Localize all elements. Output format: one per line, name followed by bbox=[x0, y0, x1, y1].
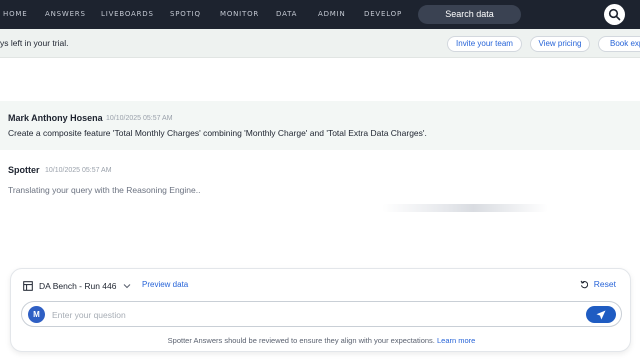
nav-data[interactable]: DATA bbox=[276, 0, 297, 29]
query-panel: DA Bench - Run 446 Preview data Reset M … bbox=[10, 268, 631, 352]
chevron-down-icon bbox=[123, 284, 130, 289]
loading-shimmer bbox=[382, 204, 548, 212]
nav-liveboards[interactable]: LIVEBOARDS bbox=[101, 0, 154, 29]
reset-label: Reset bbox=[593, 279, 616, 289]
search-data-button[interactable]: Search data bbox=[418, 5, 521, 24]
book-expert-button[interactable]: Book exp bbox=[598, 36, 640, 52]
user-name: Mark Anthony Hosena bbox=[8, 113, 103, 123]
invite-team-button[interactable]: Invite your team bbox=[447, 36, 522, 52]
spotter-name: Spotter bbox=[8, 165, 40, 175]
datasource-selector[interactable]: DA Bench - Run 446 bbox=[23, 279, 131, 293]
disclaimer: Spotter Answers should be reviewed to en… bbox=[11, 336, 632, 345]
nav-admin[interactable]: ADMIN bbox=[318, 0, 346, 29]
datasource-name: DA Bench - Run 446 bbox=[39, 281, 117, 291]
table-icon bbox=[23, 281, 33, 291]
user-timestamp: 10/10/2025 05:57 AM bbox=[106, 115, 173, 122]
spotter-status-text: Translating your query with the Reasonin… bbox=[8, 185, 201, 195]
nav-answers[interactable]: ANSWERS bbox=[45, 0, 86, 29]
question-input[interactable] bbox=[52, 307, 572, 323]
trial-banner: ys left in your trial. Invite your team … bbox=[0, 29, 640, 58]
trial-text: ys left in your trial. bbox=[0, 38, 69, 48]
disclaimer-text: Spotter Answers should be reviewed to en… bbox=[167, 336, 435, 345]
reset-button[interactable]: Reset bbox=[580, 279, 616, 289]
search-icon[interactable] bbox=[604, 4, 625, 25]
user-query-text: Create a composite feature 'Total Monthl… bbox=[8, 128, 427, 138]
spotter-timestamp: 10/10/2025 05:57 AM bbox=[45, 167, 112, 174]
view-pricing-button[interactable]: View pricing bbox=[530, 36, 590, 52]
nav-home[interactable]: HOME bbox=[3, 0, 27, 29]
nav-monitor[interactable]: MONITOR bbox=[220, 0, 259, 29]
top-nav: HOME ANSWERS LIVEBOARDS SPOTIQ MONITOR D… bbox=[0, 0, 640, 29]
user-message: Mark Anthony Hosena 10/10/2025 05:57 AM … bbox=[0, 101, 640, 150]
question-box: M bbox=[21, 301, 622, 327]
learn-more-link[interactable]: Learn more bbox=[437, 336, 475, 345]
avatar: M bbox=[28, 306, 45, 323]
reset-icon bbox=[580, 280, 588, 288]
preview-data-link[interactable]: Preview data bbox=[142, 280, 188, 289]
send-button[interactable] bbox=[586, 306, 616, 323]
nav-spotiq[interactable]: SPOTIQ bbox=[170, 0, 201, 29]
nav-develop[interactable]: DEVELOP bbox=[364, 0, 402, 29]
send-icon bbox=[596, 310, 606, 319]
